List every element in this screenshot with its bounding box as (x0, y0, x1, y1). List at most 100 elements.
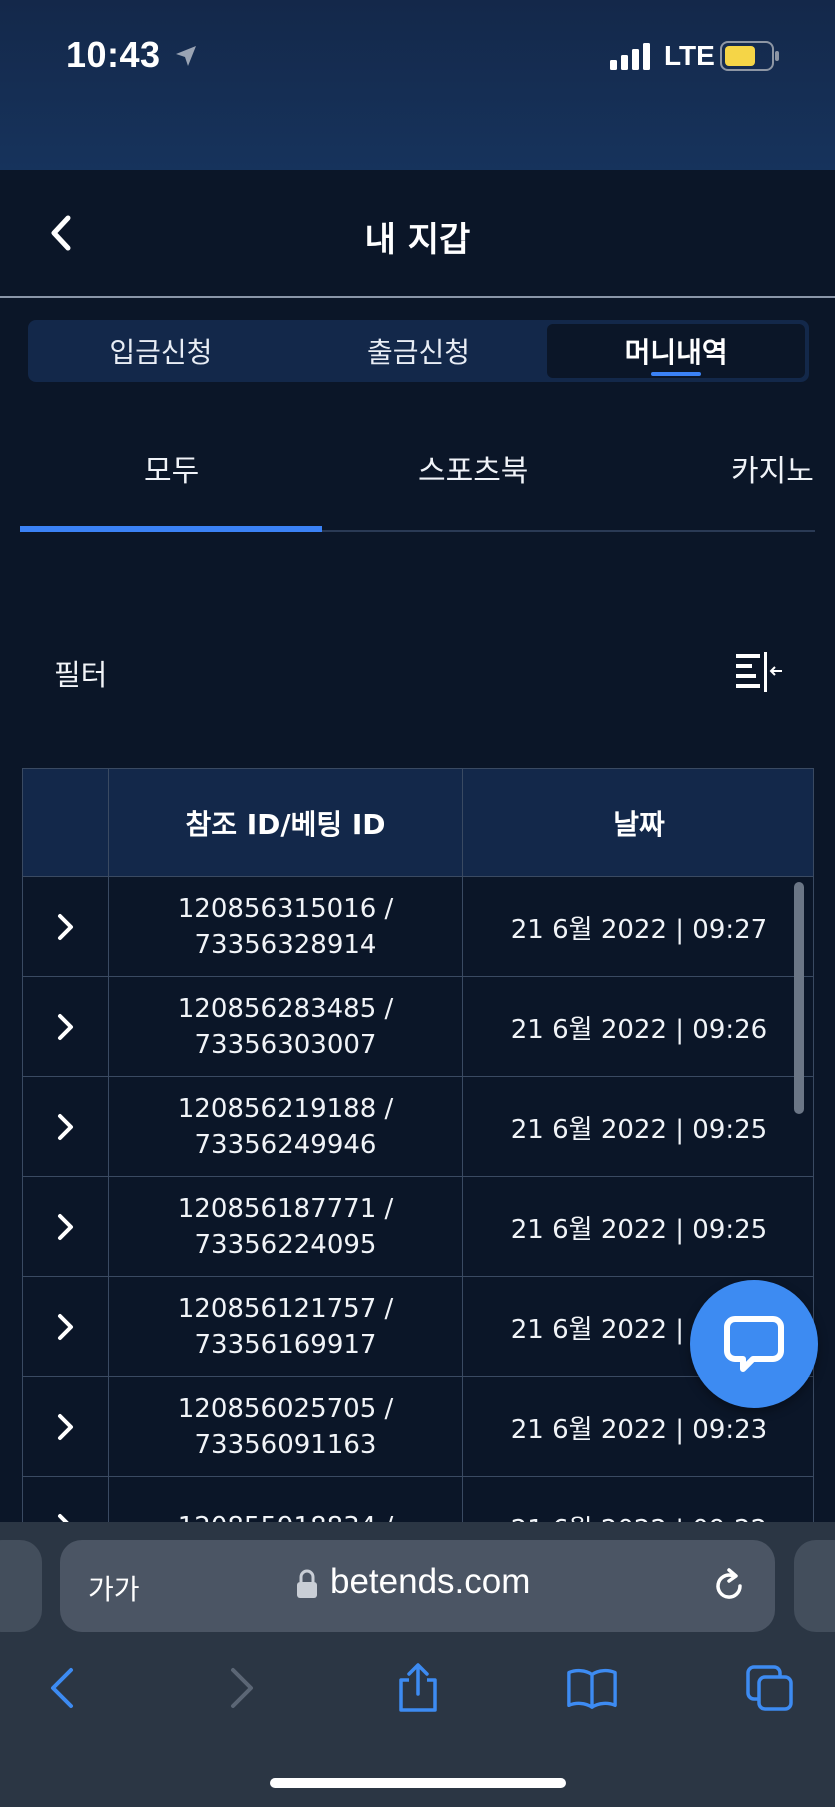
browser-back-button[interactable] (36, 1662, 88, 1714)
filter-button[interactable] (734, 650, 784, 694)
ref-bet-id-cell: 120856187771 / 73356224095 (109, 1177, 463, 1277)
column-header-ref-id: 참조 ID/베팅 ID (109, 769, 463, 877)
next-tab-preview[interactable] (794, 1540, 835, 1632)
table-row: 120856187771 / 73356224095 21 6월 2022 | 09… (23, 1177, 813, 1277)
bet-id: 73356091163 (194, 1430, 377, 1460)
tab-withdraw-request[interactable]: 출금신청 (290, 324, 548, 378)
lock-icon (297, 1569, 317, 1598)
app-header: 내 지갑 (0, 170, 835, 298)
bet-id: 73356249946 (194, 1130, 377, 1160)
bookmarks-button[interactable] (566, 1662, 618, 1714)
table-header: 참조 ID/베팅 ID 날짜 (23, 769, 813, 877)
page-title: 내 지갑 (364, 220, 471, 260)
reference-id: 120856187771 / (177, 1194, 394, 1224)
column-header-expand (23, 769, 109, 877)
tab-label: 머니내역 (624, 336, 728, 369)
transaction-date: 21 6월 2022 | 09:25 (510, 1214, 768, 1245)
share-button[interactable] (392, 1662, 444, 1714)
filter-label: 필터 (54, 658, 108, 692)
expand-row-button[interactable] (23, 1377, 109, 1477)
ref-bet-id-cell: 120856025705 / 73356091163 (109, 1377, 463, 1477)
expand-row-button[interactable] (23, 1277, 109, 1377)
table-row: 120855918834 / 21 6월 2022 | 09:22 (23, 1477, 813, 1523)
chevron-right-icon (57, 914, 73, 940)
sub-tabs: 모두 스포츠북 카지노 (20, 420, 815, 532)
bet-id: 73356328914 (194, 930, 377, 960)
reference-id: 120856219188 / (177, 1094, 394, 1124)
reference-id: 120856315016 / (177, 894, 394, 924)
table-row: 120856283485 / 73356303007 21 6월 2022 | 09… (23, 977, 813, 1077)
ref-bet-id-cell: 120855918834 / (109, 1477, 463, 1522)
bet-id: 73356224095 (194, 1230, 377, 1260)
table-scrollbar[interactable] (794, 882, 804, 1114)
active-tab-underline (651, 372, 702, 376)
date-cell: 21 6월 2022 | 09:25 (463, 1177, 813, 1277)
transaction-date: 21 6월 2022 | 09:22 (511, 1509, 767, 1523)
date-cell: 21 6월 2022 | 09:26 (463, 977, 813, 1077)
table-row: 120856315016 / 73356328914 21 6월 2022 | 09… (23, 877, 813, 977)
chat-bubble-icon (724, 1316, 784, 1372)
sub-tab-all[interactable]: 모두 (144, 446, 199, 490)
chevron-right-icon (57, 1414, 73, 1440)
chevron-right-icon (57, 1114, 73, 1140)
browser-forward-button[interactable] (216, 1662, 268, 1714)
ref-bet-id-cell: 120856315016 / 73356328914 (109, 877, 463, 977)
tab-label: 출금신청 (366, 336, 471, 369)
chevron-left-icon (51, 1668, 73, 1708)
expand-row-button[interactable] (23, 1077, 109, 1177)
reference-id: 120856283485 / (177, 994, 394, 1024)
bet-id: 73356169917 (194, 1330, 377, 1360)
date-cell: 21 6월 2022 | 09:27 (463, 877, 813, 977)
reload-icon[interactable] (710, 1566, 748, 1606)
reference-id: 120856121757 / (177, 1294, 394, 1324)
book-icon (567, 1668, 617, 1709)
date-cell: 21 6월 2022 | 09:22 (463, 1477, 813, 1523)
status-time: 10:43 (66, 34, 161, 75)
transaction-date: 21 6월 2022 | 09:23 (510, 1414, 768, 1445)
ref-bet-id-cell: 120856283485 / 73356303007 (109, 977, 463, 1077)
chevron-right-icon (57, 1314, 73, 1340)
browser-toolbar: 가가 betends.com (0, 1522, 835, 1807)
battery-icon (720, 41, 779, 71)
status-bar: 10:43 LTE (0, 0, 835, 170)
home-indicator (270, 1778, 566, 1788)
tab-money-history[interactable]: 머니내역 (547, 324, 806, 378)
previous-tab-preview[interactable] (0, 1540, 42, 1632)
tabs-icon (746, 1665, 793, 1711)
transaction-date: 21 6월 2022 | 09:25 (510, 1114, 768, 1145)
tab-deposit-request[interactable]: 입금신청 (32, 324, 290, 378)
history-table: 참조 ID/베팅 ID 날짜 120856315016 / 73356328914… (22, 768, 814, 1523)
sub-tab-sportsbook[interactable]: 스포츠북 (418, 446, 528, 490)
expand-row-button[interactable] (23, 1477, 109, 1522)
share-icon (399, 1663, 437, 1712)
sub-tab-casino[interactable]: 카지노 (731, 446, 814, 490)
tabs-button[interactable] (744, 1662, 796, 1714)
chevron-right-icon (57, 1014, 73, 1040)
url-text: betends.com (330, 1562, 531, 1601)
address-bar[interactable]: 가가 betends.com (60, 1540, 775, 1632)
table-row: 120856219188 / 73356249946 21 6월 2022 | 09… (23, 1077, 813, 1177)
tab-label: 입금신청 (109, 336, 213, 369)
column-header-date: 날짜 (613, 808, 665, 841)
date-cell: 21 6월 2022 | 09:25 (463, 1077, 813, 1177)
ref-bet-id-cell: 120856121757 / 73356169917 (109, 1277, 463, 1377)
expand-row-button[interactable] (23, 1177, 109, 1277)
signal-icon (610, 43, 650, 70)
text-size-button[interactable]: 가가 (88, 1568, 140, 1608)
reference-id: 120856025705 / (177, 1394, 394, 1424)
bet-id: 73356303007 (194, 1030, 377, 1060)
table-row: 120856025705 / 73356091163 21 6월 2022 | 09… (23, 1377, 813, 1477)
main-tabs: 입금신청 출금신청 머니내역 (28, 320, 809, 382)
sub-tab-indicator (20, 526, 322, 532)
reference-id: 120855918834 / (178, 1509, 394, 1522)
chevron-right-icon (57, 1214, 73, 1240)
network-type: LTE (664, 40, 715, 71)
location-arrow-icon (176, 46, 196, 66)
transaction-date: 21 6월 2022 | 09:26 (510, 1014, 768, 1045)
filter-collapse-icon (736, 652, 782, 692)
live-chat-button[interactable] (690, 1280, 818, 1408)
expand-row-button[interactable] (23, 977, 109, 1077)
expand-row-button[interactable] (23, 877, 109, 977)
ref-bet-id-cell: 120856219188 / 73356249946 (109, 1077, 463, 1177)
chevron-right-icon (231, 1668, 253, 1708)
